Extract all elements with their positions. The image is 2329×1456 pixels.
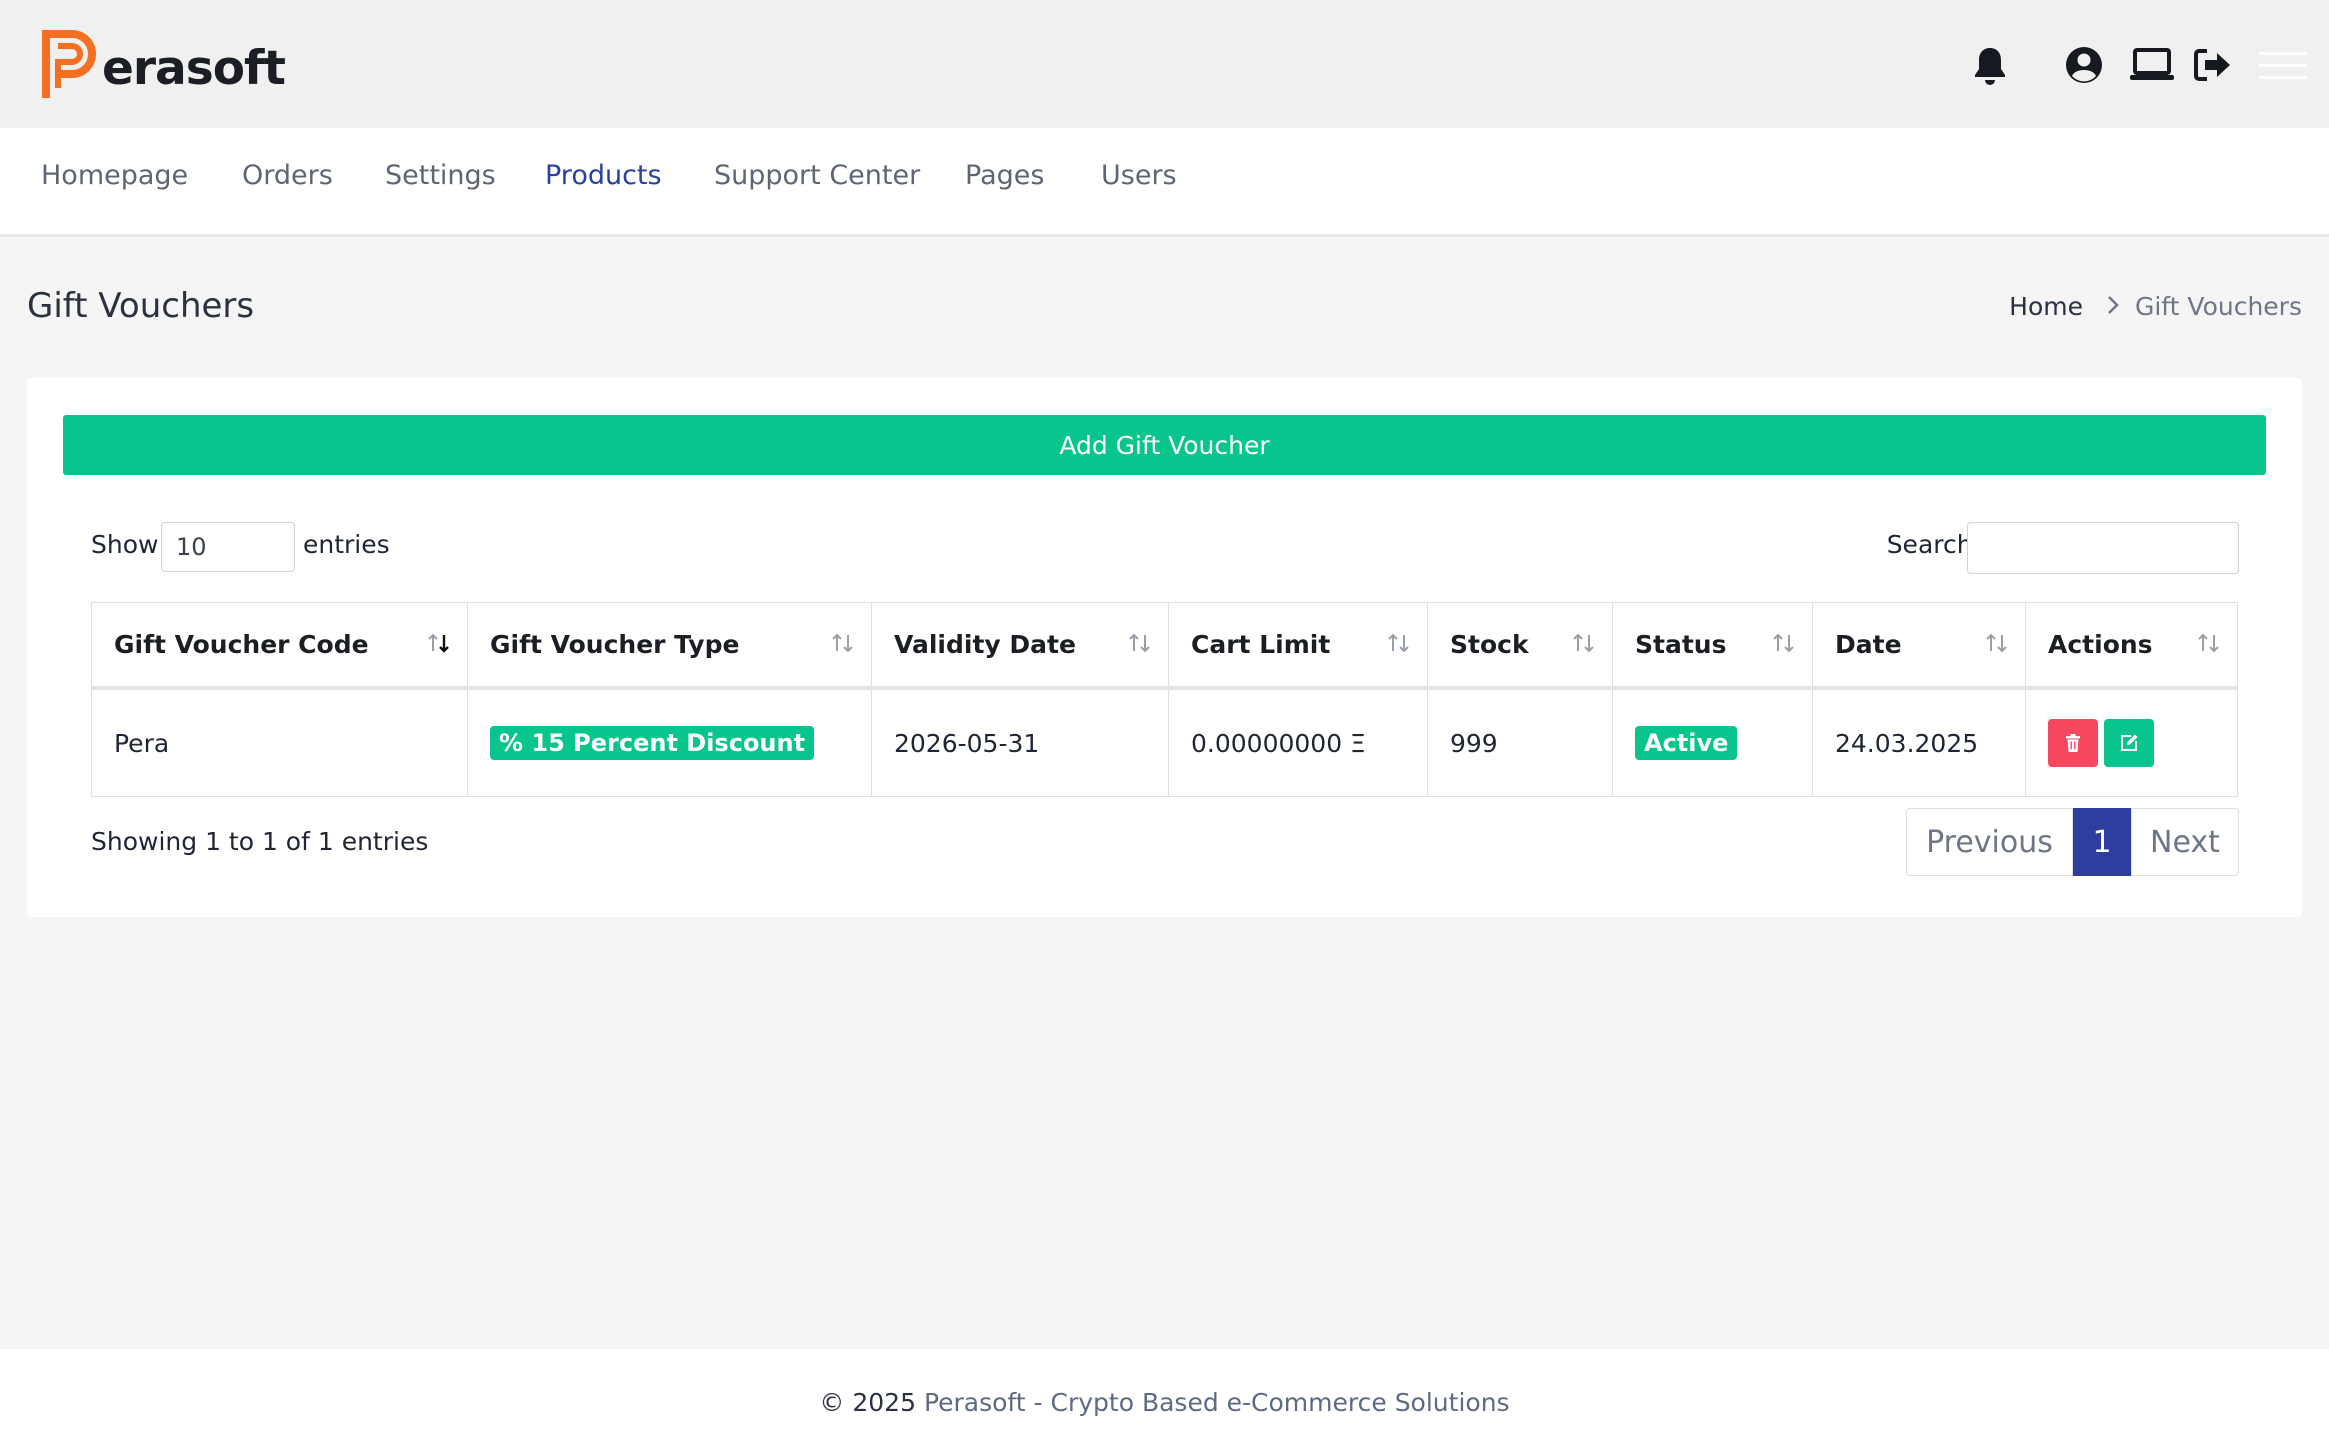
sort-desc-icon	[428, 633, 449, 653]
brand-logo[interactable]: erasoft	[40, 28, 286, 102]
pagination-page-1[interactable]: 1	[2073, 808, 2131, 876]
nav-item-orders[interactable]: Orders	[242, 160, 333, 191]
column-header-stock[interactable]: Stock	[1427, 603, 1612, 686]
status-badge: Active	[1635, 726, 1738, 760]
sign-out-icon[interactable]	[2188, 40, 2238, 90]
sort-icon	[1129, 633, 1150, 653]
sort-icon	[1773, 633, 1794, 653]
column-header-label: Gift Voucher Type	[490, 630, 740, 659]
footer-text: Perasoft - Crypto Based e-Commerce Solut…	[923, 1388, 1510, 1417]
page-title: Gift Vouchers	[27, 286, 255, 326]
sort-icon	[1573, 633, 1594, 653]
pagination-next-button[interactable]: Next	[2131, 808, 2239, 876]
column-header-date[interactable]: Date	[1812, 603, 2025, 686]
length-show-label: Show	[91, 530, 159, 559]
cell-date: 24.03.2025	[1812, 690, 2025, 796]
sort-icon	[1388, 633, 1409, 653]
pagination-previous-button[interactable]: Previous	[1906, 808, 2073, 876]
edit-button[interactable]	[2104, 719, 2154, 767]
nav-item-settings[interactable]: Settings	[385, 160, 496, 191]
cell-stock: 999	[1427, 690, 1612, 796]
brand-name: erasoft	[102, 40, 286, 96]
column-header-label: Actions	[2048, 630, 2153, 659]
column-header-label: Stock	[1450, 630, 1529, 659]
entries-length-select[interactable]: 10	[161, 522, 295, 572]
breadcrumb: Home Gift Vouchers	[2009, 292, 2302, 321]
user-circle-icon[interactable]	[2059, 40, 2109, 90]
column-header-actions[interactable]: Actions	[2025, 603, 2237, 686]
nav-item-pages[interactable]: Pages	[965, 160, 1044, 191]
nav-item-users[interactable]: Users	[1101, 160, 1177, 191]
column-header-label: Gift Voucher Code	[114, 630, 369, 659]
nav-item-homepage[interactable]: Homepage	[41, 160, 188, 191]
cell-cart-limit: 0.00000000 Ξ	[1168, 690, 1427, 796]
column-header-label: Cart Limit	[1191, 630, 1331, 659]
sort-icon	[2198, 633, 2219, 653]
main-nav: Homepage Orders Settings Products Suppor…	[0, 128, 2329, 237]
chevron-right-icon	[2107, 292, 2119, 321]
cell-validity: 2026-05-31	[871, 690, 1168, 796]
table-header: Gift Voucher Code Gift Voucher Type Vali…	[92, 603, 2237, 690]
breadcrumb-current: Gift Vouchers	[2134, 292, 2302, 321]
column-header-type[interactable]: Gift Voucher Type	[467, 603, 871, 686]
column-header-label: Date	[1835, 630, 1902, 659]
laptop-icon[interactable]	[2127, 40, 2177, 90]
column-header-code[interactable]: Gift Voucher Code	[92, 603, 467, 686]
breadcrumb-home-link[interactable]: Home	[2009, 292, 2083, 321]
footer: © 2025 Perasoft - Crypto Based e-Commerc…	[0, 1349, 2329, 1456]
vouchers-table: Gift Voucher Code Gift Voucher Type Vali…	[91, 602, 2238, 797]
edit-icon	[2121, 734, 2138, 751]
vouchers-card: Add Gift Voucher Show 10 entries Search:…	[27, 378, 2302, 917]
add-gift-voucher-button[interactable]: Add Gift Voucher	[63, 415, 2266, 475]
hamburger-menu-icon[interactable]	[2255, 40, 2311, 90]
perasoft-logo-mark-icon	[42, 30, 96, 98]
cell-status: Active	[1612, 690, 1812, 796]
table-info: Showing 1 to 1 of 1 entries	[91, 827, 429, 856]
nav-item-support-center[interactable]: Support Center	[714, 160, 920, 191]
sort-icon	[832, 633, 853, 653]
column-header-status[interactable]: Status	[1612, 603, 1812, 686]
bell-icon[interactable]	[1965, 40, 2015, 90]
sort-icon	[1986, 633, 2007, 653]
column-header-cart-limit[interactable]: Cart Limit	[1168, 603, 1427, 686]
footer-copyright: © 2025	[819, 1388, 916, 1417]
length-entries-label: entries	[303, 530, 390, 559]
search-input[interactable]	[1967, 522, 2239, 574]
column-header-label: Validity Date	[894, 630, 1076, 659]
cell-code: Pera	[114, 728, 170, 758]
nav-item-products[interactable]: Products	[545, 160, 662, 191]
top-header: erasoft	[0, 0, 2329, 128]
table-row: Pera % 15 Percent Discount 2026-05-31 0.…	[92, 690, 2237, 796]
cell-actions	[2025, 690, 2237, 796]
trash-icon	[2066, 734, 2080, 752]
pagination: Previous 1 Next	[1906, 808, 2239, 876]
voucher-type-badge: % 15 Percent Discount	[490, 726, 815, 760]
column-header-validity[interactable]: Validity Date	[871, 603, 1168, 686]
column-header-label: Status	[1635, 630, 1727, 659]
delete-button[interactable]	[2048, 719, 2098, 767]
cell-type: % 15 Percent Discount	[467, 690, 871, 796]
